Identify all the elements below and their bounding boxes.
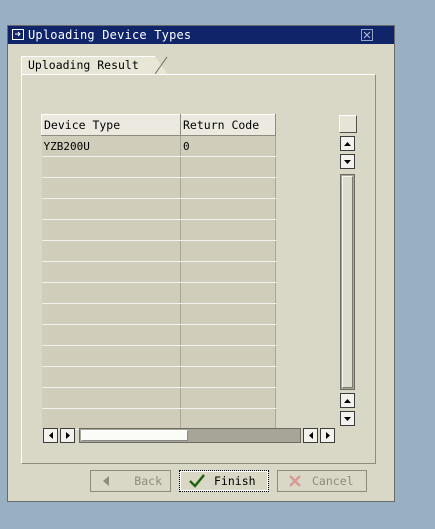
back-button-label: Back	[134, 474, 162, 488]
cell-return-code[interactable]	[180, 177, 276, 199]
table-header-row: Device Type Return Code	[41, 114, 276, 136]
window-icon[interactable]	[11, 29, 25, 42]
tab-edge	[154, 56, 168, 74]
title-bar[interactable]: Uploading Device Types	[8, 26, 394, 44]
cell-device-type[interactable]	[41, 303, 181, 325]
cell-device-type[interactable]	[41, 408, 181, 430]
back-arrow-icon	[99, 473, 112, 489]
cell-device-type[interactable]	[41, 156, 181, 178]
table-row[interactable]	[41, 261, 276, 283]
scroll-right-button[interactable]	[60, 428, 75, 443]
cancel-button-label: Cancel	[312, 474, 354, 488]
cell-return-code[interactable]	[180, 156, 276, 178]
wizard-button-bar: Back Finish Cancel	[90, 470, 367, 492]
cell-device-type[interactable]	[41, 198, 181, 220]
column-settings-button[interactable]	[339, 115, 357, 133]
finish-button-label: Finish	[214, 474, 256, 488]
arrow-down-icon	[344, 416, 351, 421]
arrow-up-icon	[344, 398, 351, 403]
table-row[interactable]	[41, 366, 276, 388]
cell-return-code[interactable]	[180, 303, 276, 325]
tab-uploading-result[interactable]: Uploading Result	[21, 56, 168, 75]
table-row[interactable]	[41, 387, 276, 409]
back-button[interactable]: Back	[90, 470, 171, 492]
result-table: Device Type Return Code YZB200U 0	[41, 114, 276, 430]
result-table-control: Device Type Return Code YZB200U 0	[41, 114, 358, 448]
cell-device-type[interactable]	[41, 366, 181, 388]
cell-device-type[interactable]: YZB200U	[41, 135, 181, 157]
horizontal-scroll-thumb[interactable]	[81, 430, 188, 441]
tab-panel: Device Type Return Code YZB200U 0	[21, 74, 376, 464]
scroll-column-left-button[interactable]	[303, 428, 318, 443]
cell-return-code[interactable]	[180, 366, 276, 388]
cancel-x-icon	[286, 473, 304, 489]
cell-device-type[interactable]	[41, 282, 181, 304]
table-row[interactable]: YZB200U 0	[41, 135, 276, 157]
table-row[interactable]	[41, 282, 276, 304]
scroll-up-button[interactable]	[340, 154, 355, 169]
table-row[interactable]	[41, 408, 276, 430]
arrow-left-icon	[308, 432, 313, 439]
column-header-device-type[interactable]: Device Type	[41, 114, 181, 136]
vertical-scroll-track[interactable]	[340, 174, 355, 390]
cell-device-type[interactable]	[41, 219, 181, 241]
vertical-scroll-thumb[interactable]	[342, 176, 353, 388]
table-row[interactable]	[41, 198, 276, 220]
column-header-return-code[interactable]: Return Code	[180, 114, 276, 136]
cell-return-code[interactable]	[180, 240, 276, 262]
cell-device-type[interactable]	[41, 324, 181, 346]
table-row[interactable]	[41, 345, 276, 367]
table-row[interactable]	[41, 156, 276, 178]
horizontal-scrollbar[interactable]	[43, 428, 339, 443]
cell-return-code[interactable]	[180, 219, 276, 241]
arrow-up-icon	[344, 141, 351, 146]
cell-device-type[interactable]	[41, 387, 181, 409]
finish-button[interactable]: Finish	[179, 470, 269, 492]
table-row[interactable]	[41, 240, 276, 262]
scroll-down-button[interactable]	[340, 393, 355, 408]
cell-return-code[interactable]	[180, 387, 276, 409]
cell-device-type[interactable]	[41, 177, 181, 199]
arrow-down-icon	[344, 159, 351, 164]
cell-return-code[interactable]	[180, 282, 276, 304]
window-title: Uploading Device Types	[28, 28, 192, 42]
cell-return-code[interactable]	[180, 198, 276, 220]
cell-return-code[interactable]: 0	[180, 135, 276, 157]
arrow-right-icon	[325, 432, 330, 439]
cancel-button[interactable]: Cancel	[277, 470, 367, 492]
scroll-top-button[interactable]	[340, 136, 355, 151]
dialog-window: Uploading Device Types Uploading Result …	[7, 25, 395, 502]
scroll-left-button[interactable]	[43, 428, 58, 443]
cell-return-code[interactable]	[180, 324, 276, 346]
cell-device-type[interactable]	[41, 261, 181, 283]
close-icon[interactable]	[361, 29, 373, 41]
cell-device-type[interactable]	[41, 240, 181, 262]
tab-container: Uploading Result Device Type Return Code…	[21, 56, 376, 464]
tab-label: Uploading Result	[28, 58, 139, 72]
table-row[interactable]	[41, 177, 276, 199]
vertical-scrollbar[interactable]	[339, 136, 357, 426]
cell-return-code[interactable]	[180, 408, 276, 430]
cell-return-code[interactable]	[180, 345, 276, 367]
arrow-right-icon	[65, 432, 70, 439]
cell-return-code[interactable]	[180, 261, 276, 283]
table-row[interactable]	[41, 324, 276, 346]
table-row[interactable]	[41, 219, 276, 241]
arrow-left-icon	[48, 432, 53, 439]
scroll-bottom-button[interactable]	[340, 411, 355, 426]
cell-device-type[interactable]	[41, 345, 181, 367]
table-row[interactable]	[41, 303, 276, 325]
checkmark-icon	[188, 473, 206, 489]
scroll-column-right-button[interactable]	[320, 428, 335, 443]
horizontal-scroll-track[interactable]	[79, 428, 301, 443]
